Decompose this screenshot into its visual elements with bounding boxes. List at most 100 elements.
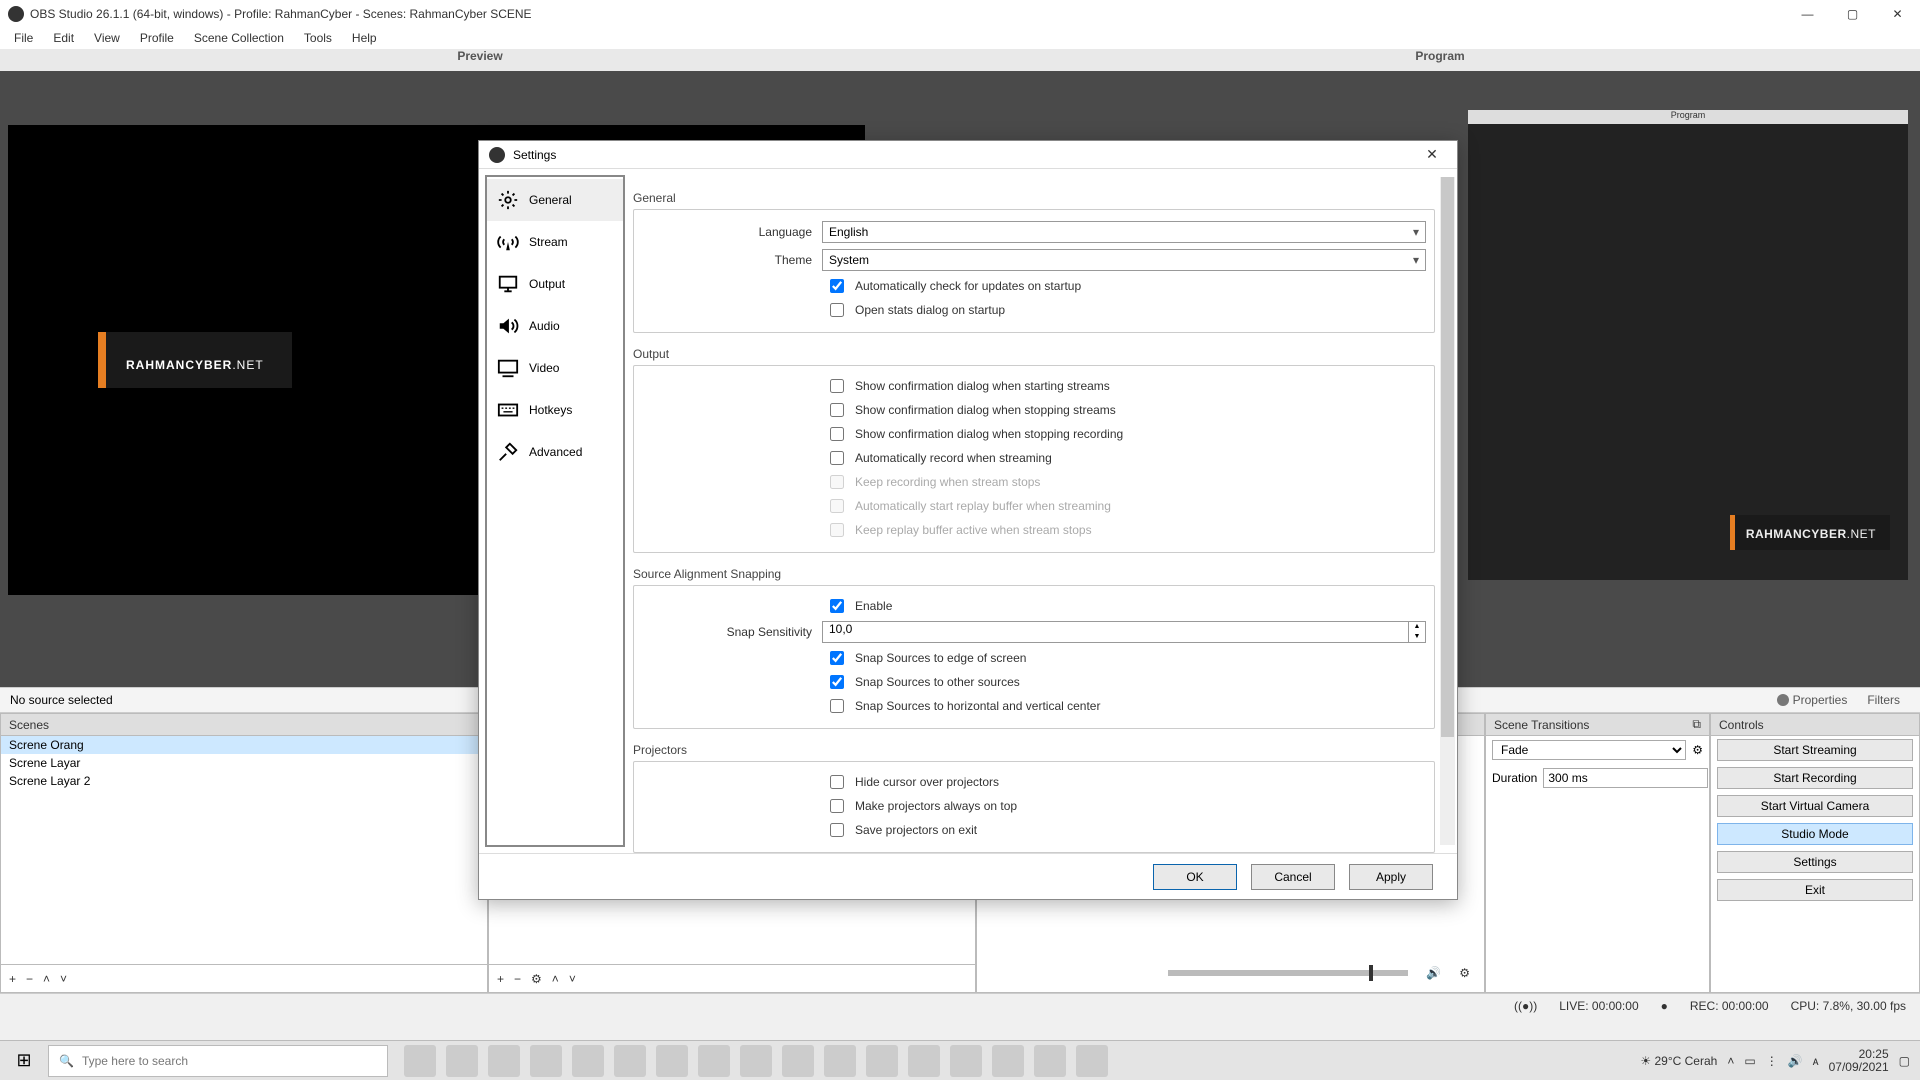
snap-edge-checkbox[interactable] (830, 651, 844, 665)
taskbar-clock[interactable]: 20:25 07/09/2021 (1829, 1048, 1889, 1074)
dialog-close-button[interactable]: ✕ (1417, 146, 1447, 163)
scenes-list[interactable]: Screne Orang Screne Layar Screne Layar 2 (1, 736, 487, 964)
taskbar-app-icon[interactable] (950, 1045, 982, 1077)
scene-item[interactable]: Screne Orang (1, 736, 487, 754)
menu-tools[interactable]: Tools (296, 29, 340, 47)
taskbar-app-icon[interactable] (824, 1045, 856, 1077)
settings-nav: General Stream Output Audio Video Hotkey… (485, 175, 625, 847)
snap-sens-spinner[interactable]: ▲▼ (1408, 621, 1426, 643)
menu-profile[interactable]: Profile (132, 29, 182, 47)
taskbar-app-icon[interactable] (866, 1045, 898, 1077)
save-projectors-checkbox[interactable] (830, 823, 844, 837)
confirm-stop-stream-checkbox[interactable] (830, 403, 844, 417)
nav-advanced[interactable]: Advanced (487, 431, 623, 473)
taskbar-app-icon[interactable] (530, 1045, 562, 1077)
add-source-button[interactable]: + (497, 972, 504, 986)
nav-audio[interactable]: Audio (487, 305, 623, 347)
scene-item[interactable]: Screne Layar 2 (1, 772, 487, 790)
mixer-gear-icon[interactable]: ⚙ (1459, 966, 1470, 980)
task-view-icon[interactable] (404, 1045, 436, 1077)
speaker-icon (497, 315, 519, 337)
apply-button[interactable]: Apply (1349, 864, 1433, 890)
language-select[interactable]: English▾ (822, 221, 1426, 243)
maximize-button[interactable]: ▢ (1830, 7, 1875, 21)
snap-sources-checkbox[interactable] (830, 675, 844, 689)
scene-up-button[interactable]: ˄ (43, 972, 50, 986)
taskbar-app-icon[interactable] (1076, 1045, 1108, 1077)
tray-chevron-icon[interactable]: ˄ (1727, 1054, 1734, 1068)
tray-lang-icon[interactable]: ᴀ (1813, 1054, 1819, 1068)
remove-scene-button[interactable]: − (26, 972, 33, 986)
taskbar-app-icon[interactable] (656, 1045, 688, 1077)
open-stats-checkbox[interactable] (830, 303, 844, 317)
duration-input[interactable] (1543, 768, 1708, 788)
menu-scene-collection[interactable]: Scene Collection (186, 29, 292, 47)
snap-sens-input[interactable]: 10,0 (822, 621, 1408, 643)
taskbar-app-icon[interactable] (1034, 1045, 1066, 1077)
tray-wifi-icon[interactable]: ⋮ (1766, 1054, 1778, 1068)
nav-output[interactable]: Output (487, 263, 623, 305)
menu-file[interactable]: File (6, 29, 41, 47)
source-settings-button[interactable]: ⚙ (531, 972, 542, 986)
notifications-icon[interactable]: ▢ (1899, 1054, 1910, 1068)
nav-video[interactable]: Video (487, 347, 623, 389)
start-recording-button[interactable]: Start Recording (1717, 767, 1913, 789)
ok-button[interactable]: OK (1153, 864, 1237, 890)
scene-down-button[interactable]: ˅ (60, 972, 67, 986)
confirm-start-stream-checkbox[interactable] (830, 379, 844, 393)
start-button[interactable]: ⊞ (0, 1050, 48, 1071)
section-projectors: Projectors (633, 735, 1435, 761)
exit-button[interactable]: Exit (1717, 879, 1913, 901)
hide-cursor-checkbox[interactable] (830, 775, 844, 789)
speaker-icon[interactable]: 🔊 (1426, 966, 1441, 980)
nav-general[interactable]: General (487, 179, 623, 221)
transition-select[interactable]: Fade (1492, 740, 1686, 760)
theme-select[interactable]: System▾ (822, 249, 1426, 271)
taskbar-app-icon[interactable] (698, 1045, 730, 1077)
taskbar-app-icon[interactable] (614, 1045, 646, 1077)
start-virtual-camera-button[interactable]: Start Virtual Camera (1717, 795, 1913, 817)
menu-view[interactable]: View (86, 29, 128, 47)
volume-slider[interactable] (1168, 970, 1408, 976)
taskbar-app-icon[interactable] (908, 1045, 940, 1077)
snap-center-checkbox[interactable] (830, 699, 844, 713)
weather-widget[interactable]: ☀ 29°C Cerah (1640, 1054, 1717, 1068)
scene-item[interactable]: Screne Layar (1, 754, 487, 772)
taskbar-app-icon[interactable] (740, 1045, 772, 1077)
search-box[interactable]: 🔍 Type here to search (48, 1045, 388, 1077)
taskbar-app-icon[interactable] (992, 1045, 1024, 1077)
taskbar-app-icon[interactable] (572, 1045, 604, 1077)
menu-help[interactable]: Help (344, 29, 385, 47)
confirm-stop-record-checkbox[interactable] (830, 427, 844, 441)
taskbar-app-icon[interactable] (488, 1045, 520, 1077)
auto-update-checkbox[interactable] (830, 279, 844, 293)
minimize-button[interactable]: — (1785, 7, 1830, 21)
start-streaming-button[interactable]: Start Streaming (1717, 739, 1913, 761)
menu-edit[interactable]: Edit (45, 29, 82, 47)
add-scene-button[interactable]: + (9, 972, 16, 986)
dialog-footer: OK Cancel Apply (479, 853, 1457, 899)
studio-mode-button[interactable]: Studio Mode (1717, 823, 1913, 845)
properties-button[interactable]: Properties (1767, 691, 1858, 709)
settings-button[interactable]: Settings (1717, 851, 1913, 873)
tray-volume-icon[interactable]: 🔊 (1788, 1054, 1803, 1068)
settings-content[interactable]: General Language English▾ Theme System▾ … (631, 169, 1457, 853)
projectors-top-checkbox[interactable] (830, 799, 844, 813)
snap-enable-checkbox[interactable] (830, 599, 844, 613)
undock-icon[interactable]: ⧉ (1692, 717, 1701, 732)
tray-battery-icon[interactable]: ▭ (1744, 1054, 1755, 1068)
source-down-button[interactable]: ˅ (569, 972, 576, 986)
cancel-button[interactable]: Cancel (1251, 864, 1335, 890)
taskbar-app-icon[interactable] (446, 1045, 478, 1077)
nav-stream[interactable]: Stream (487, 221, 623, 263)
taskbar-app-icon[interactable] (782, 1045, 814, 1077)
auto-record-checkbox[interactable] (830, 451, 844, 465)
close-button[interactable]: ✕ (1875, 7, 1920, 21)
search-icon: 🔍 (59, 1054, 74, 1068)
source-up-button[interactable]: ˄ (552, 972, 559, 986)
remove-source-button[interactable]: − (514, 972, 521, 986)
nav-hotkeys[interactable]: Hotkeys (487, 389, 623, 431)
scrollbar[interactable] (1440, 177, 1455, 845)
filters-button[interactable]: Filters (1857, 691, 1910, 709)
transition-gear-icon[interactable]: ⚙ (1692, 743, 1703, 757)
